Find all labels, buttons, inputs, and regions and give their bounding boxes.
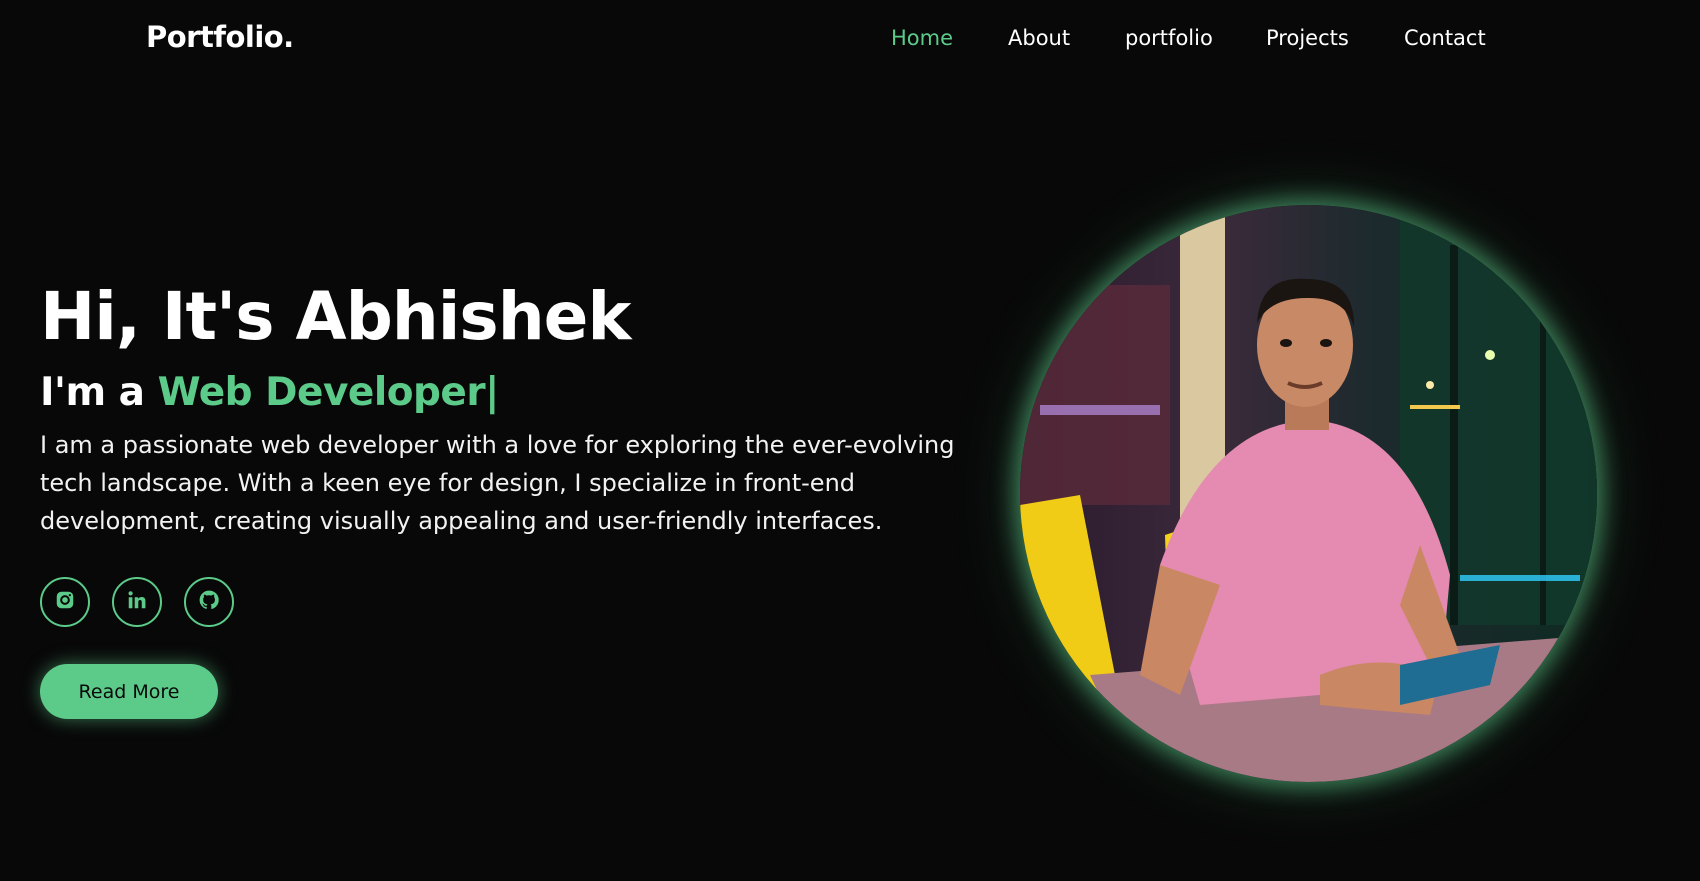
nav-home[interactable]: Home: [891, 26, 953, 50]
github-icon: [198, 589, 220, 615]
logo[interactable]: Portfolio.: [146, 20, 294, 54]
subline-prefix: I'm a: [40, 370, 158, 415]
profile-photo: [1020, 205, 1597, 782]
read-more-button[interactable]: Read More: [40, 664, 218, 719]
nav-projects[interactable]: Projects: [1266, 26, 1349, 50]
role-text: Web Developer: [157, 370, 486, 415]
linkedin-link[interactable]: [112, 577, 162, 627]
github-link[interactable]: [184, 577, 234, 627]
nav-about[interactable]: About: [1008, 26, 1070, 50]
hero-description: I am a passionate web developer with a l…: [40, 431, 955, 535]
nav-portfolio[interactable]: portfolio: [1125, 26, 1213, 50]
instagram-icon: [54, 589, 76, 615]
typing-cursor: |: [485, 370, 499, 415]
instagram-link[interactable]: [40, 577, 90, 627]
page: Portfolio. Home About portfolio Projects…: [0, 0, 1700, 881]
hero-subline: I'm a Web Developer|: [40, 370, 499, 415]
nav-contact[interactable]: Contact: [1404, 26, 1486, 50]
hero-headline: Hi, It's Abhishek: [40, 278, 631, 355]
linkedin-icon: [126, 589, 148, 615]
